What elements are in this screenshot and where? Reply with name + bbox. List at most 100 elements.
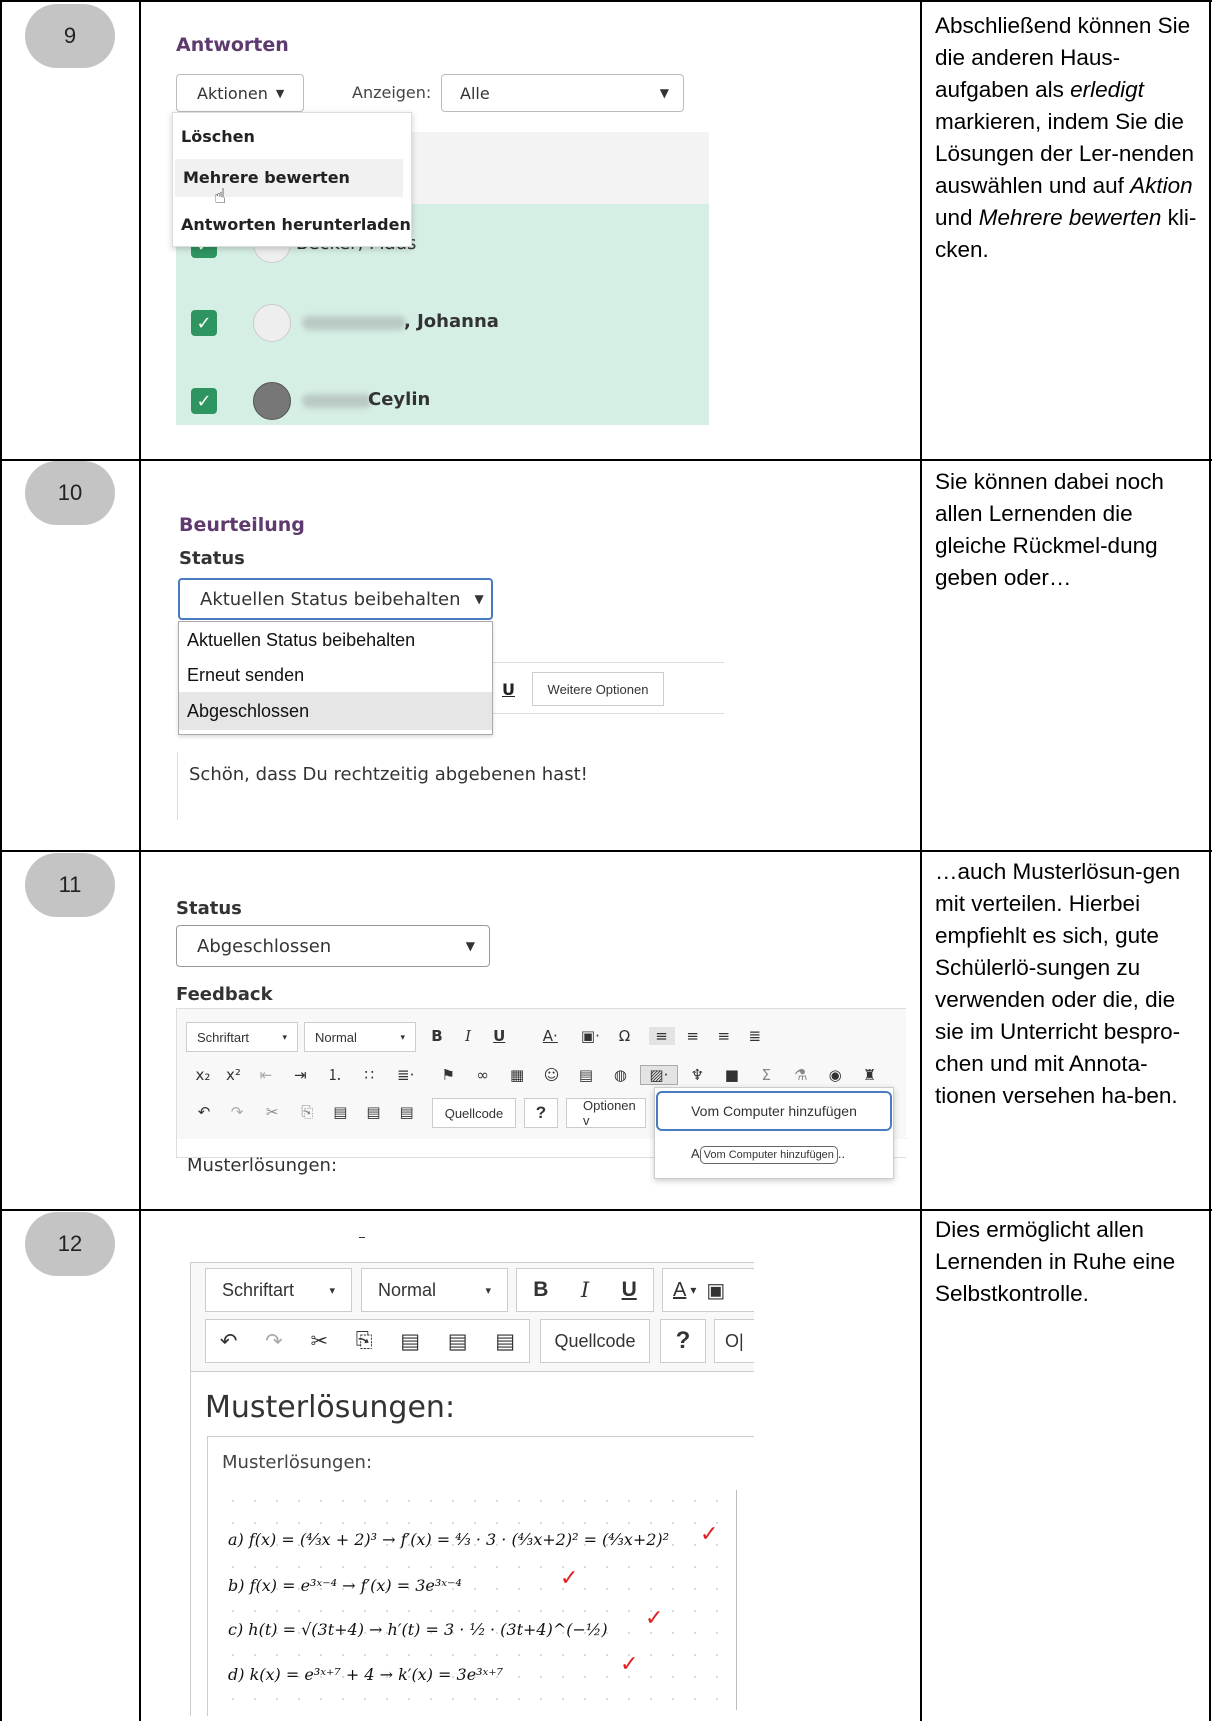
menu-item-grade-multiple[interactable]: Mehrere bewerten bbox=[175, 159, 403, 197]
font-select[interactable]: Schriftart ▾ bbox=[186, 1022, 298, 1052]
options-button[interactable]: Optionen v bbox=[566, 1098, 646, 1128]
paste-text-icon[interactable]: ▤ bbox=[359, 1103, 387, 1121]
undo-icon[interactable]: ↶ bbox=[220, 1329, 238, 1354]
editor-content[interactable]: Musterlösungen: bbox=[187, 1155, 337, 1176]
table-icon[interactable]: ▦ bbox=[502, 1066, 532, 1084]
desc-emphasis: erledigt bbox=[1070, 77, 1144, 102]
option-completed[interactable]: Abgeschlossen bbox=[179, 692, 492, 730]
actions-button[interactable]: Aktionen ▼ bbox=[176, 74, 304, 112]
align-right-icon[interactable]: ≡ bbox=[711, 1027, 737, 1045]
embed-icon[interactable]: ◉ bbox=[820, 1066, 850, 1084]
cut-icon[interactable]: ✂ bbox=[256, 1103, 288, 1121]
table-border-col1 bbox=[139, 0, 141, 1721]
flag-icon[interactable]: ⚑ bbox=[433, 1066, 463, 1084]
tooltip-suffix: .. bbox=[837, 1146, 846, 1161]
description-12: Dies ermöglicht allen Lernenden in Ruhe … bbox=[935, 1217, 1176, 1306]
image-icon[interactable]: ▨· bbox=[639, 1065, 678, 1085]
numbered-list-icon[interactable]: ⒈ bbox=[320, 1064, 350, 1085]
subscript-icon[interactable]: x₂ bbox=[190, 1066, 216, 1084]
file-icon[interactable]: ▤ bbox=[571, 1066, 601, 1084]
show-select[interactable]: Alle ▼ bbox=[441, 74, 684, 112]
font-select[interactable]: Schriftart ▾ bbox=[205, 1268, 352, 1312]
special-char-icon[interactable]: Ω bbox=[611, 1027, 637, 1045]
bold-icon[interactable]: B bbox=[424, 1027, 450, 1045]
answers-heading: Antworten bbox=[176, 34, 289, 56]
align-center-icon[interactable]: ≡ bbox=[680, 1027, 706, 1045]
source-button[interactable]: Quellcode bbox=[540, 1319, 650, 1363]
actions-button-label: Aktionen bbox=[197, 83, 268, 103]
table-border-top bbox=[0, 0, 1212, 2]
bold-icon[interactable]: B bbox=[533, 1278, 548, 1302]
indent-icon[interactable]: ⇥ bbox=[285, 1066, 315, 1084]
bullet-list-icon[interactable]: ∷ bbox=[354, 1066, 384, 1084]
options-button-cut[interactable]: O| bbox=[714, 1319, 754, 1363]
tooltip-row: A Vom Computer hinzufügen.. bbox=[691, 1146, 846, 1164]
style-icon[interactable]: ≣· bbox=[389, 1066, 423, 1084]
desc-text: Abschließend können Sie die anderen Haus… bbox=[935, 13, 1191, 102]
row-checkbox[interactable]: ✓ bbox=[191, 388, 217, 414]
assessment-heading: Beurteilung bbox=[179, 514, 305, 536]
paste-icon[interactable]: ▤ bbox=[400, 1329, 420, 1354]
bg-color-icon[interactable]: ▣ bbox=[706, 1278, 725, 1303]
size-select[interactable]: Normal ▾ bbox=[304, 1022, 416, 1052]
cut-icon[interactable]: ✂ bbox=[310, 1329, 328, 1354]
paste-word-icon[interactable]: ▤ bbox=[495, 1329, 515, 1354]
help-button[interactable]: ? bbox=[660, 1319, 706, 1363]
align-left-icon[interactable]: ≡ bbox=[648, 1027, 675, 1045]
plugin-icon[interactable]: ♜ bbox=[855, 1066, 885, 1084]
underline-icon[interactable]: U bbox=[486, 1027, 512, 1045]
row-divider-1 bbox=[0, 459, 1212, 461]
status-select[interactable]: Aktuellen Status beibehalten ▼ bbox=[178, 578, 493, 620]
equation-icon[interactable]: Σ bbox=[751, 1066, 781, 1084]
chemistry-icon[interactable]: ⚗ bbox=[786, 1066, 816, 1084]
row-divider-2 bbox=[0, 850, 1212, 852]
redo-icon[interactable]: ↷ bbox=[223, 1103, 251, 1121]
menu-item-delete[interactable]: Löschen bbox=[173, 127, 255, 146]
option-resend[interactable]: Erneut senden bbox=[179, 658, 492, 692]
underline-button[interactable]: U bbox=[502, 680, 515, 699]
italic-icon[interactable]: I bbox=[581, 1278, 589, 1302]
text-color-icon[interactable]: A· bbox=[531, 1027, 569, 1045]
globe-icon[interactable]: ◍ bbox=[605, 1066, 635, 1084]
menu-item-download[interactable]: Antworten herunterladen bbox=[173, 215, 411, 234]
more-options-button[interactable]: Weitere Optionen bbox=[532, 672, 664, 706]
feedback-text[interactable]: Schön, dass Du rechtzeitig abgebenen has… bbox=[189, 764, 588, 785]
link-icon[interactable]: ∞ bbox=[468, 1066, 498, 1084]
bg-color-icon[interactable]: ▣· bbox=[574, 1027, 606, 1045]
paste-icon[interactable]: ▤ bbox=[326, 1103, 354, 1121]
italic-icon[interactable]: I bbox=[455, 1027, 481, 1045]
underline-icon[interactable]: U bbox=[622, 1278, 637, 1302]
paste-text-icon[interactable]: ▤ bbox=[448, 1329, 468, 1354]
add-from-computer-item[interactable]: Vom Computer hinzufügen bbox=[656, 1091, 892, 1131]
size-select[interactable]: Normal ▾ bbox=[361, 1268, 508, 1312]
emoji-icon[interactable]: ☺ bbox=[537, 1066, 567, 1084]
size-select-label: Normal bbox=[378, 1279, 437, 1300]
checkmark-icon: ✓ bbox=[645, 1606, 664, 1631]
image-right-border bbox=[736, 1490, 737, 1710]
table-border-col2 bbox=[920, 0, 922, 1721]
copy-icon[interactable]: ⎘ bbox=[356, 1329, 373, 1353]
font-select-label: Schriftart bbox=[197, 1029, 250, 1045]
paste-word-icon[interactable]: ▤ bbox=[393, 1103, 421, 1121]
row-checkbox[interactable]: ✓ bbox=[191, 310, 217, 336]
video-icon[interactable]: ■ bbox=[717, 1066, 747, 1084]
option-keep-status[interactable]: Aktuellen Status beibehalten bbox=[179, 622, 492, 658]
text-color-icon[interactable]: A bbox=[673, 1279, 686, 1302]
status-select[interactable]: Abgeschlossen ▼ bbox=[176, 925, 490, 967]
microphone-icon[interactable]: ♆ bbox=[682, 1066, 712, 1084]
help-button[interactable]: ? bbox=[524, 1098, 558, 1128]
row-divider-3 bbox=[0, 1209, 1212, 1211]
redo-icon[interactable]: ↷ bbox=[265, 1329, 283, 1354]
blurred-surname bbox=[302, 316, 406, 330]
description-9: Abschließend können Sie die anderen Haus… bbox=[935, 10, 1207, 266]
hand-cursor-icon: ☝ bbox=[214, 184, 227, 208]
superscript-icon[interactable]: x² bbox=[220, 1066, 246, 1084]
copy-icon[interactable]: ⎘ bbox=[293, 1103, 321, 1121]
source-button[interactable]: Quellcode bbox=[432, 1098, 516, 1128]
solutions-heading: Musterlösungen: bbox=[205, 1390, 456, 1425]
editor-left-border bbox=[177, 752, 178, 820]
undo-icon[interactable]: ↶ bbox=[190, 1103, 218, 1121]
outdent-icon[interactable]: ⇤ bbox=[251, 1066, 281, 1084]
align-justify-icon[interactable]: ≣ bbox=[742, 1027, 768, 1045]
editor-toolbar-bottom-line bbox=[490, 713, 724, 714]
